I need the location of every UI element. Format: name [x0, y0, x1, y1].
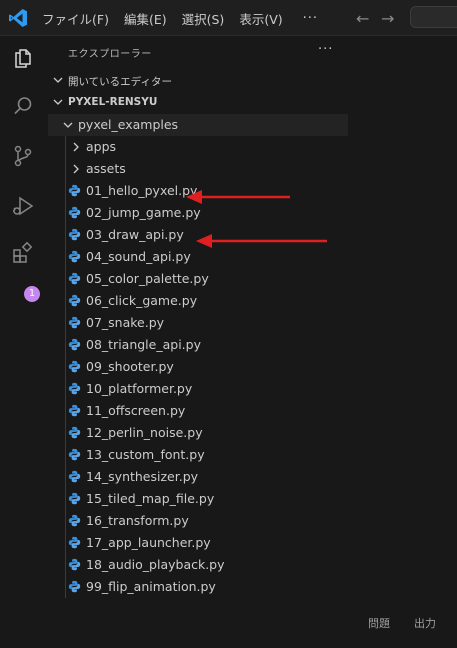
python-file-icon [68, 184, 81, 197]
run-debug-icon[interactable] [11, 194, 35, 218]
file-item[interactable]: 15_tiled_map_file.py [46, 488, 351, 510]
file-label: 08_triangle_api.py [86, 337, 201, 352]
chevron-down-icon [63, 122, 73, 128]
workspace-section[interactable]: PYXEL-RENSYU [46, 92, 351, 114]
explorer-title: エクスプローラー [68, 49, 152, 60]
file-label: 09_shooter.py [86, 359, 174, 374]
open-editors-section[interactable]: 開いているエディター [46, 70, 351, 92]
python-file-icon [68, 492, 81, 505]
title-bar: ファイル(F) 編集(E) 選択(S) 表示(V) ··· ← → [0, 0, 457, 36]
python-file-icon [68, 382, 81, 395]
command-center-search[interactable] [410, 6, 457, 28]
vscode-logo-icon [9, 9, 27, 27]
search-icon[interactable] [11, 94, 35, 118]
file-item[interactable]: 99_flip_animation.py [46, 576, 351, 598]
folder-label: assets [86, 161, 126, 176]
python-file-icon [68, 470, 81, 483]
python-file-icon [68, 404, 81, 417]
file-label: 11_offscreen.py [86, 403, 186, 418]
arrow-right-icon[interactable]: → [381, 9, 394, 28]
open-editors-label: 開いているエディター [68, 76, 172, 88]
activity-bar: 1 [0, 36, 46, 648]
file-label: 99_flip_animation.py [86, 579, 216, 594]
file-item[interactable]: 05_color_palette.py [46, 268, 351, 290]
python-file-icon [68, 558, 81, 571]
file-label: 03_draw_api.py [86, 227, 184, 242]
chevron-down-icon [53, 99, 63, 105]
python-file-icon [68, 338, 81, 351]
file-item[interactable]: 13_custom_font.py [46, 444, 351, 466]
explorer-icon[interactable] [11, 46, 35, 70]
menu-bar: ファイル(F) 編集(E) 選択(S) 表示(V) ··· [42, 0, 318, 36]
menu-file[interactable]: ファイル(F) [42, 9, 109, 28]
file-label: 16_transform.py [86, 513, 189, 528]
explorer-sidebar: エクスプローラー ··· 開いているエディター PYXEL-RENSYU pyx… [46, 36, 351, 648]
extensions-icon[interactable] [11, 241, 35, 265]
python-file-icon [68, 448, 81, 461]
file-item[interactable]: 14_synthesizer.py [46, 466, 351, 488]
menu-more-button[interactable]: ··· [303, 11, 318, 26]
file-item[interactable]: 08_triangle_api.py [46, 334, 351, 356]
python-file-icon [68, 514, 81, 527]
file-label: 17_app_launcher.py [86, 535, 211, 550]
menu-edit[interactable]: 編集(E) [124, 9, 167, 28]
file-label: 13_custom_font.py [86, 447, 205, 462]
python-file-icon [68, 426, 81, 439]
file-item[interactable]: 10_platformer.py [46, 378, 351, 400]
file-label: 02_jump_game.py [86, 205, 201, 220]
file-label: 04_sound_api.py [86, 249, 191, 264]
root-folder-pyxel-examples[interactable]: pyxel_examples [48, 114, 348, 136]
file-item[interactable]: 12_perlin_noise.py [46, 422, 351, 444]
file-label: 12_perlin_noise.py [86, 425, 203, 440]
python-file-icon [68, 316, 81, 329]
python-file-icon [68, 294, 81, 307]
extensions-badge: 1 [24, 286, 40, 302]
file-label: 10_platformer.py [86, 381, 193, 396]
python-file-icon [68, 272, 81, 285]
chevron-down-icon [53, 77, 63, 83]
folder-assets[interactable]: assets [46, 158, 351, 180]
file-item[interactable]: 18_audio_playback.py [46, 554, 351, 576]
file-item[interactable]: 16_transform.py [46, 510, 351, 532]
file-label: 15_tiled_map_file.py [86, 491, 215, 506]
python-file-icon [68, 250, 81, 263]
file-label: 01_hello_pyxel.py [86, 183, 198, 198]
red-arrow-icon [196, 234, 327, 248]
python-file-icon [68, 360, 81, 373]
explorer-more-button[interactable]: ··· [318, 42, 333, 57]
chevron-right-icon [73, 142, 79, 152]
file-item[interactable]: 09_shooter.py [46, 356, 351, 378]
tab-problems[interactable]: 問題 [368, 615, 390, 631]
tab-output[interactable]: 出力 [414, 615, 436, 631]
workspace-label: PYXEL-RENSYU [68, 96, 158, 108]
menu-view[interactable]: 表示(V) [239, 9, 282, 28]
root-folder-label: pyxel_examples [78, 117, 179, 132]
file-label: 18_audio_playback.py [86, 557, 225, 572]
file-label: 07_snake.py [86, 315, 165, 330]
file-label: 06_click_game.py [86, 293, 198, 308]
file-item[interactable]: 06_click_game.py [46, 290, 351, 312]
folder-label: apps [86, 139, 117, 154]
python-file-icon [68, 228, 81, 241]
python-file-icon [68, 536, 81, 549]
menu-selection[interactable]: 選択(S) [182, 9, 225, 28]
file-item[interactable]: 11_offscreen.py [46, 400, 351, 422]
file-item[interactable]: 07_snake.py [46, 312, 351, 334]
file-label: 05_color_palette.py [86, 271, 209, 286]
python-file-icon [68, 580, 81, 593]
file-item[interactable]: 17_app_launcher.py [46, 532, 351, 554]
folder-apps[interactable]: apps [46, 136, 351, 158]
file-label: 14_synthesizer.py [86, 469, 199, 484]
chevron-right-icon [73, 164, 79, 174]
python-file-icon [68, 206, 81, 219]
arrow-left-icon[interactable]: ← [356, 9, 369, 28]
red-arrow-icon [186, 190, 290, 204]
source-control-icon[interactable] [11, 144, 35, 168]
